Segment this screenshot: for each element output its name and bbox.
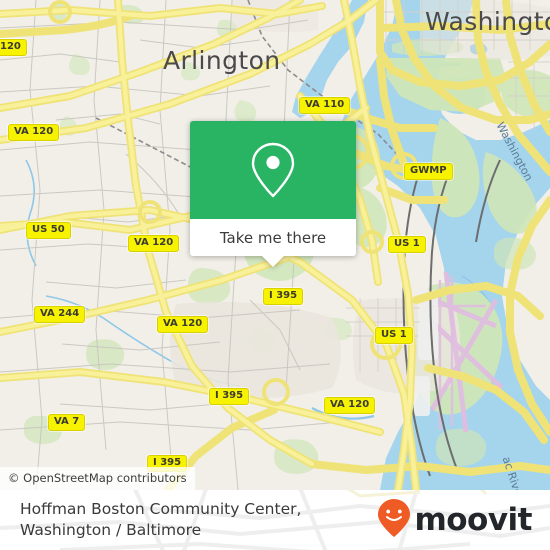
shield-va-110: VA 110 [299,97,351,114]
take-me-there-label: Take me there [219,228,327,247]
moovit-logo[interactable]: moovit [377,498,532,543]
shield-va-120-a: 120 [0,39,27,56]
footer-bar: Hoffman Boston Community Center, Washing… [0,490,550,550]
shield-i-395-a: I 395 [263,288,304,305]
moovit-wordmark: moovit [414,501,532,538]
place-title: Hoffman Boston Community Center, Washing… [20,500,302,539]
shield-va-244: VA 244 [34,306,86,323]
moovit-pin-icon [377,498,411,543]
shield-us-50: US 50 [26,222,71,239]
map-pin-icon [247,140,299,200]
map-screenshot: Arlington Washington Washington ac River… [0,0,550,550]
shield-va-7: VA 7 [48,414,86,431]
shield-va-120-e: VA 120 [324,397,376,414]
shield-us-1-b: US 1 [375,327,413,344]
shield-gwmp: GWMP [404,163,453,180]
popup-action-bar[interactable]: Take me there [190,219,356,267]
osm-attribution[interactable]: © OpenStreetMap contributors [0,467,195,490]
shield-i-395-b: I 395 [209,388,250,405]
shield-us-1-a: US 1 [388,236,426,253]
take-me-there-popup[interactable]: Take me there [190,121,356,267]
popup-pin-panel [190,121,356,219]
shield-va-120-c: VA 120 [128,235,180,252]
popup-tail [262,256,284,267]
shield-va-120-b: VA 120 [8,124,60,141]
shield-va-120-d: VA 120 [157,316,209,333]
